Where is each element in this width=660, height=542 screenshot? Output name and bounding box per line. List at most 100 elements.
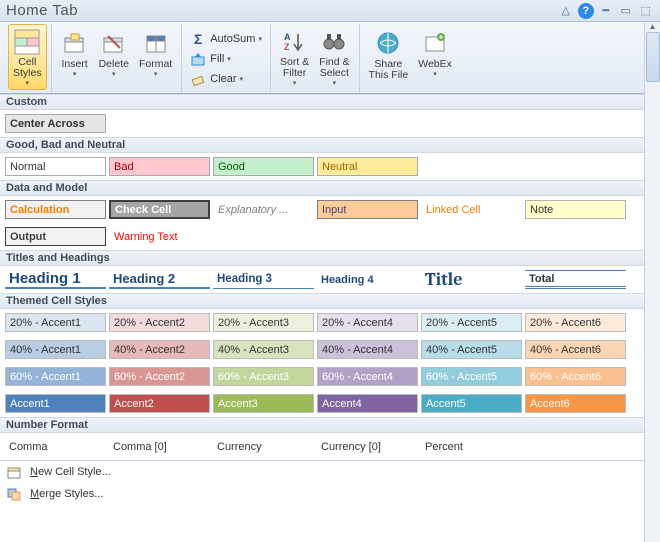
style-linked-cell[interactable]: Linked Cell [421, 200, 522, 219]
style-note[interactable]: Note [525, 200, 626, 219]
delete-label: Delete [99, 59, 129, 70]
format-icon [142, 29, 170, 57]
new-cell-style-label: New Cell Style... [30, 466, 111, 478]
delete-button[interactable]: Delete ▾ [94, 24, 134, 90]
style-20-accent6[interactable]: 20% - Accent6 [525, 313, 626, 332]
sort-filter-label: Sort & Filter [280, 57, 309, 79]
style-percent[interactable]: Percent [421, 437, 522, 456]
insert-icon [61, 29, 89, 57]
style-20-accent2[interactable]: 20% - Accent2 [109, 313, 210, 332]
minimize-icon[interactable]: ━ [598, 3, 614, 19]
cell-styles-icon [13, 29, 41, 55]
style-60-accent1[interactable]: 60% - Accent1 [5, 367, 106, 386]
svg-text:A: A [284, 32, 291, 42]
style-20-accent3[interactable]: 20% - Accent3 [213, 313, 314, 332]
style-60-accent6[interactable]: 60% - Accent6 [525, 367, 626, 386]
fill-button[interactable]: Fill ▾ [188, 49, 264, 69]
chevron-down-icon: ▾ [333, 79, 337, 87]
cells-group: Insert ▾ Delete ▾ Format ▾ [52, 24, 183, 93]
clear-label: Clear [210, 73, 236, 85]
style-normal[interactable]: Normal [5, 157, 106, 176]
close-icon[interactable]: ⬚ [638, 3, 654, 19]
binoculars-icon [320, 29, 348, 55]
restore-icon[interactable]: ▭ [618, 3, 634, 19]
style-currency[interactable]: Currency [213, 437, 314, 456]
style-bad[interactable]: Bad [109, 157, 210, 176]
style-accent3[interactable]: Accent3 [213, 394, 314, 413]
webex-button[interactable]: WebEx ▾ [413, 24, 457, 90]
autosum-label: AutoSum [210, 33, 255, 45]
insert-label: Insert [61, 59, 87, 70]
style-40-accent2[interactable]: 40% - Accent2 [109, 340, 210, 359]
style-accent5[interactable]: Accent5 [421, 394, 522, 413]
insert-button[interactable]: Insert ▾ [56, 24, 94, 90]
share-label: Share This File [369, 59, 409, 81]
cell-styles-label: Cell Styles [13, 57, 42, 79]
sort-icon: AZ [281, 29, 309, 55]
style-heading4[interactable]: Heading 4 [317, 270, 418, 289]
style-check-cell[interactable]: Check Cell [109, 200, 210, 219]
share-file-button[interactable]: Share This File [364, 24, 414, 90]
chevron-down-icon: ▾ [240, 75, 244, 83]
style-60-accent5[interactable]: 60% - Accent5 [421, 367, 522, 386]
style-output[interactable]: Output [5, 227, 106, 246]
style-warning[interactable]: Warning Text [109, 227, 210, 246]
style-accent6[interactable]: Accent6 [525, 394, 626, 413]
help-icon[interactable]: ? [578, 3, 594, 19]
style-calculation[interactable]: Calculation [5, 200, 106, 219]
format-button[interactable]: Format ▾ [134, 24, 177, 90]
style-comma-0-[interactable]: Comma [0] [109, 437, 210, 456]
style-60-accent3[interactable]: 60% - Accent3 [213, 367, 314, 386]
merge-styles-menu[interactable]: Merge Styles... [0, 483, 644, 505]
style-60-accent4[interactable]: 60% - Accent4 [317, 367, 418, 386]
cell-styles-gallery: Custom Center Across Good, Bad and Neutr… [0, 94, 660, 505]
style-heading3[interactable]: Heading 3 [213, 270, 314, 289]
style-60-accent2[interactable]: 60% - Accent2 [109, 367, 210, 386]
style-40-accent4[interactable]: 40% - Accent4 [317, 340, 418, 359]
section-custom: Custom [0, 94, 644, 110]
style-center-across[interactable]: Center Across [5, 114, 106, 133]
delete-icon [100, 29, 128, 57]
section-number: Number Format [0, 417, 644, 433]
sort-filter-button[interactable]: AZ Sort & Filter ▾ [275, 24, 314, 90]
style-total[interactable]: Total [525, 270, 626, 289]
style-20-accent5[interactable]: 20% - Accent5 [421, 313, 522, 332]
style-heading2[interactable]: Heading 2 [109, 270, 210, 289]
style-40-accent3[interactable]: 40% - Accent3 [213, 340, 314, 359]
customize-icon[interactable]: △ [558, 3, 574, 19]
style-40-accent6[interactable]: 40% - Accent6 [525, 340, 626, 359]
merge-styles-label: Merge Styles... [30, 488, 103, 500]
chevron-down-icon: ▾ [293, 79, 297, 87]
window-title: Home Tab [6, 2, 78, 19]
find-select-button[interactable]: Find & Select ▾ [314, 24, 354, 90]
scrollbar-thumb[interactable] [646, 32, 660, 82]
style-accent1[interactable]: Accent1 [5, 394, 106, 413]
vertical-scrollbar[interactable]: ▲ [644, 22, 660, 542]
eraser-icon [190, 71, 206, 87]
webex-label: WebEx [418, 59, 452, 70]
clear-button[interactable]: Clear ▾ [188, 69, 264, 89]
style-comma[interactable]: Comma [5, 437, 106, 456]
section-titles: Titles and Headings [0, 250, 644, 266]
style-explanatory[interactable]: Explanatory ... [213, 200, 314, 219]
cell-styles-button[interactable]: Cell Styles ▾ [8, 24, 47, 90]
new-cell-style-menu[interactable]: New Cell Style... [0, 461, 644, 483]
style-40-accent5[interactable]: 40% - Accent5 [421, 340, 522, 359]
style-heading1[interactable]: Heading 1 [5, 270, 106, 289]
style-title[interactable]: Title [421, 270, 522, 289]
style-40-accent1[interactable]: 40% - Accent1 [5, 340, 106, 359]
style-20-accent1[interactable]: 20% - Accent1 [5, 313, 106, 332]
style-accent4[interactable]: Accent4 [317, 394, 418, 413]
autosum-button[interactable]: Σ AutoSum ▾ [188, 29, 264, 49]
new-style-icon [6, 464, 22, 480]
style-neutral[interactable]: Neutral [317, 157, 418, 176]
section-gbn: Good, Bad and Neutral [0, 137, 644, 153]
merge-icon [6, 486, 22, 502]
style-20-accent4[interactable]: 20% - Accent4 [317, 313, 418, 332]
style-accent2[interactable]: Accent2 [109, 394, 210, 413]
style-currency-0-[interactable]: Currency [0] [317, 437, 418, 456]
style-input[interactable]: Input [317, 200, 418, 219]
style-good[interactable]: Good [213, 157, 314, 176]
share-icon [374, 29, 402, 57]
section-data-model: Data and Model [0, 180, 644, 196]
